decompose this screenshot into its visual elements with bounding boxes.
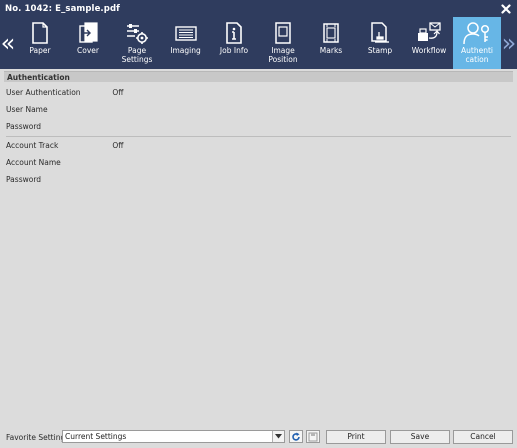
tab-job-info[interactable]: Job Info	[209, 17, 259, 69]
user-name-label: User Name	[6, 105, 48, 114]
favorite-setting-value: Current Settings	[65, 432, 127, 441]
settings-toolbar: « Paper Cover Page Settings Imaging Job …	[0, 17, 517, 69]
save-button[interactable]: Save	[390, 430, 450, 444]
row-user-authentication: User Authentication Off	[6, 87, 123, 99]
account-name-label: Account Name	[6, 158, 61, 167]
password-label: Password	[6, 122, 42, 131]
tab-label: Stamp	[367, 46, 393, 55]
paper-icon	[16, 17, 64, 47]
marks-icon	[307, 17, 355, 47]
tab-label: Job Info	[219, 46, 249, 55]
scroll-left-button[interactable]: «	[0, 17, 16, 69]
tab-authentication[interactable]: Authenti cation	[453, 17, 501, 69]
stamp-icon	[355, 17, 405, 47]
image-position-icon	[259, 17, 307, 47]
row-account-track: Account Track Off	[6, 140, 123, 152]
job-info-icon	[209, 17, 259, 47]
account-password-label: Password	[6, 175, 42, 184]
favorite-setting-label: Favorite Setting	[6, 433, 66, 442]
double-chevron-left-icon: «	[0, 29, 16, 57]
print-button[interactable]: Print	[326, 430, 386, 444]
authentication-icon	[453, 17, 501, 47]
tab-label: Cover	[77, 46, 99, 55]
row-account-name: Account Name	[6, 157, 110, 169]
user-authentication-label: User Authentication	[6, 88, 81, 97]
close-icon	[501, 3, 511, 14]
footer-bar: Favorite Setting Current Settings Print …	[0, 427, 517, 448]
tab-page-settings[interactable]: Page Settings	[112, 17, 162, 69]
row-password: Password	[6, 121, 110, 133]
tab-label: Imaging	[170, 46, 201, 55]
authentication-panel: Authentication User Authentication Off U…	[4, 71, 513, 425]
section-header-authentication: Authentication	[4, 71, 513, 82]
dropdown-arrow-icon[interactable]	[272, 431, 284, 442]
divider	[6, 136, 511, 137]
tab-marks[interactable]: Marks	[307, 17, 355, 69]
close-button[interactable]	[500, 3, 512, 15]
tab-paper[interactable]: Paper	[16, 17, 64, 69]
tab-imaging[interactable]: Imaging	[162, 17, 209, 69]
title-bar: No. 1042: E_sample.pdf	[0, 0, 517, 17]
favorite-setting-select[interactable]: Current Settings	[62, 430, 285, 443]
user-authentication-value: Off	[112, 88, 124, 97]
account-track-value: Off	[112, 141, 124, 150]
tab-label: Image Position	[268, 46, 298, 64]
cancel-button[interactable]: Cancel	[453, 430, 513, 444]
page-settings-icon	[112, 17, 162, 47]
tab-label: Workflow	[411, 46, 447, 55]
tab-image-position[interactable]: Image Position	[259, 17, 307, 69]
double-chevron-right-icon: »	[501, 29, 517, 57]
tab-label: Paper	[29, 46, 51, 55]
row-account-password: Password	[6, 174, 110, 186]
window-title: No. 1042: E_sample.pdf	[5, 3, 120, 14]
workflow-icon	[405, 17, 453, 47]
row-user-name: User Name	[6, 104, 110, 116]
tab-cover[interactable]: Cover	[64, 17, 112, 69]
refresh-icon	[292, 432, 300, 441]
tab-workflow[interactable]: Workflow	[405, 17, 453, 69]
tab-stamp[interactable]: Stamp	[355, 17, 405, 69]
tab-label: Page Settings	[121, 46, 153, 64]
imaging-icon	[162, 17, 209, 47]
scroll-right-button[interactable]: »	[501, 17, 517, 69]
tab-label: Authenti cation	[461, 46, 493, 64]
cover-icon	[64, 17, 112, 47]
tab-label: Marks	[319, 46, 343, 55]
refresh-button[interactable]	[289, 430, 303, 443]
floppy-disk-icon	[308, 432, 318, 441]
save-favorite-button[interactable]	[306, 430, 320, 443]
account-track-label: Account Track	[6, 141, 59, 150]
